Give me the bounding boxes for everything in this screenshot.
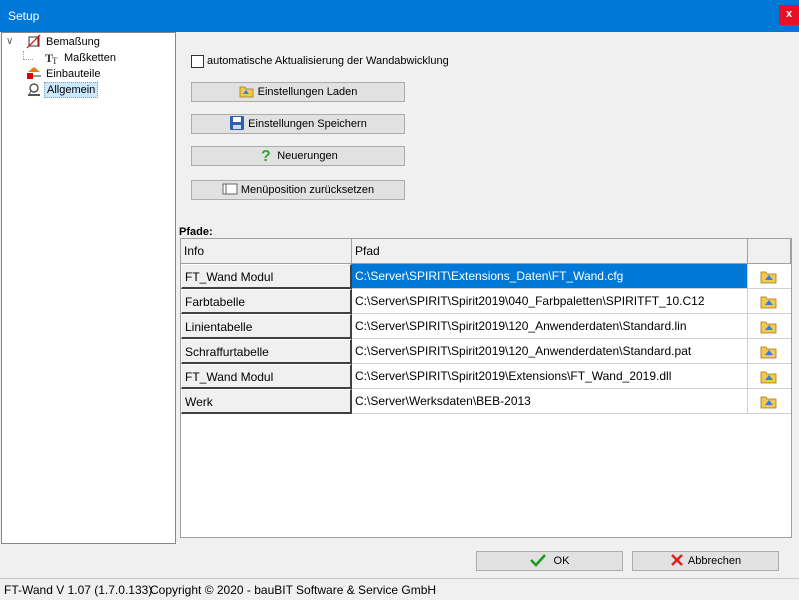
- dimension-icon: [26, 34, 42, 50]
- tree-item-label: Bemaßung: [46, 36, 100, 48]
- browse-folder-button[interactable]: [748, 289, 791, 314]
- title-bar: Setup x: [0, 0, 799, 32]
- question-icon: ?: [258, 147, 274, 165]
- svg-text:T: T: [52, 56, 58, 66]
- paths-grid: Info Pfad FT_Wand Modul C:\Server\SPIRIT\…: [180, 238, 792, 538]
- save-settings-button[interactable]: Einstellungen Speichern: [191, 114, 405, 134]
- cancel-label: Abbrechen: [687, 555, 742, 567]
- path-row-value[interactable]: C:\Server\SPIRIT\Spirit2019\120_Anwender…: [352, 339, 748, 364]
- tree-connector: [23, 59, 33, 60]
- paths-section-label: Pfade:: [179, 226, 213, 238]
- browse-folder-button[interactable]: [748, 339, 791, 364]
- version-text: FT-Wand V 1.07 (1.7.0.133): [4, 583, 153, 597]
- tree-item-label: Allgemein: [44, 82, 99, 98]
- folder-open-icon: [760, 318, 778, 334]
- news-button[interactable]: ? Neuerungen: [191, 146, 405, 166]
- status-bar: FT-Wand V 1.07 (1.7.0.133) Copyright © 2…: [0, 578, 799, 600]
- folder-open-icon: [760, 368, 778, 384]
- tree-item-label: Maßketten: [64, 52, 116, 64]
- check-icon: [529, 553, 546, 573]
- menu-position-icon: [222, 181, 238, 197]
- column-header-browse: [748, 239, 791, 264]
- reset-menu-label: Menüposition zurücksetzen: [240, 184, 375, 196]
- chevron-down-icon[interactable]: ∨: [6, 34, 13, 50]
- floppy-disk-icon: [229, 115, 245, 131]
- reset-menu-button[interactable]: Menüposition zurücksetzen: [191, 180, 405, 200]
- tree-connector: [23, 51, 24, 59]
- load-settings-label: Einstellungen Laden: [257, 86, 358, 98]
- path-row-info: FT_Wand Modul: [181, 264, 352, 289]
- browse-folder-button[interactable]: [748, 314, 791, 339]
- folder-open-icon: [760, 268, 778, 284]
- column-header-info[interactable]: Info: [181, 239, 352, 264]
- path-row-value[interactable]: C:\Server\SPIRIT\Extensions_Daten\FT_Wan…: [352, 264, 748, 289]
- folder-open-icon: [239, 83, 255, 99]
- text-icon: T T: [44, 50, 60, 66]
- path-row-info: Werk: [181, 389, 352, 414]
- path-row-value[interactable]: C:\Server\Werksdaten\BEB-2013: [352, 389, 748, 414]
- save-settings-label: Einstellungen Speichern: [248, 118, 367, 130]
- load-settings-button[interactable]: Einstellungen Laden: [191, 82, 405, 102]
- general-settings-panel: automatische Aktualisierung der Wandabwi…: [176, 32, 799, 544]
- copyright-text: Copyright © 2020 - bauBIT Software & Ser…: [150, 583, 437, 597]
- column-header-path[interactable]: Pfad: [352, 239, 748, 264]
- cancel-button[interactable]: Abbrechen: [632, 551, 779, 571]
- ok-label: OK: [553, 555, 570, 567]
- folder-open-icon: [760, 393, 778, 409]
- browse-folder-button[interactable]: [748, 264, 791, 289]
- path-row-info: Linientabelle: [181, 314, 352, 339]
- svg-text:?: ?: [261, 148, 271, 163]
- folder-open-icon: [760, 343, 778, 359]
- tree-item-label: Einbauteile: [46, 68, 101, 80]
- x-icon: [670, 553, 684, 573]
- folder-open-icon: [760, 293, 778, 309]
- path-row-info: Farbtabelle: [181, 289, 352, 314]
- window-title: Setup: [8, 9, 40, 23]
- auto-update-label: automatische Aktualisierung der Wandabwi…: [207, 55, 449, 67]
- path-row-info: Schraffurtabelle: [181, 339, 352, 364]
- path-row-value[interactable]: C:\Server\SPIRIT\Spirit2019\Extensions\F…: [352, 364, 748, 389]
- path-row-value[interactable]: C:\Server\SPIRIT\Spirit2019\040_Farbpale…: [352, 289, 748, 314]
- auto-update-checkbox[interactable]: [191, 55, 204, 68]
- path-row-info: FT_Wand Modul: [181, 364, 352, 389]
- close-button[interactable]: x: [779, 5, 799, 25]
- path-row-value[interactable]: C:\Server\SPIRIT\Spirit2019\120_Anwender…: [352, 314, 748, 339]
- component-icon: [26, 66, 42, 82]
- browse-folder-button[interactable]: [748, 364, 791, 389]
- settings-tree: ∨ Bemaßung T T Maßketten Einbauteile All…: [1, 32, 176, 544]
- browse-folder-button[interactable]: [748, 389, 791, 414]
- settings-icon: [26, 82, 42, 98]
- ok-button[interactable]: OK: [476, 551, 623, 571]
- news-label: Neuerungen: [277, 150, 338, 162]
